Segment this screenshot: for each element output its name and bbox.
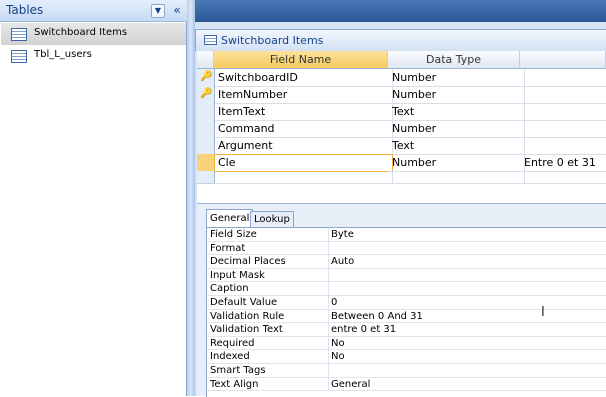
primary-key-icon: 🔑 xyxy=(200,71,213,82)
document-tab[interactable]: Switchboard Items xyxy=(195,29,606,51)
table-row-new xyxy=(197,171,606,184)
row-selector[interactable] xyxy=(197,103,215,121)
property-row[interactable]: Validation Rule Between 0 And 31 xyxy=(207,309,606,324)
nav-item-label: Switchboard Items xyxy=(34,27,128,38)
column-header-data-type[interactable]: Data Type xyxy=(388,51,520,69)
field-name-cell[interactable]: ItemText xyxy=(214,103,393,121)
table-row: Argument Text xyxy=(197,137,606,155)
property-label: Validation Text xyxy=(210,323,329,337)
property-label: Text Align xyxy=(210,377,329,392)
nav-item-switchboard-items[interactable]: Switchboard Items xyxy=(1,23,186,45)
field-name-cell[interactable]: Argument xyxy=(214,137,393,155)
nav-header: Tables ▼ « xyxy=(0,0,187,22)
data-type-cell[interactable] xyxy=(388,171,525,184)
text-cursor-icon: I xyxy=(541,305,545,320)
row-selector[interactable] xyxy=(197,120,215,138)
property-label: Smart Tags xyxy=(210,364,329,378)
column-header-description[interactable] xyxy=(520,51,606,69)
nav-item-label: Tbl_L_users xyxy=(34,49,92,60)
row-selector[interactable]: 🔑 xyxy=(197,69,215,87)
nav-title: Tables xyxy=(6,3,44,17)
property-value[interactable]: General xyxy=(331,378,370,391)
table-icon xyxy=(204,35,217,45)
table-icon xyxy=(11,28,27,41)
description-cell[interactable] xyxy=(520,120,606,138)
table-row: 🔑 SwitchboardID Number xyxy=(197,69,606,87)
property-label: Caption xyxy=(210,282,329,296)
description-cell[interactable] xyxy=(520,86,606,104)
field-name-cell[interactable]: ItemNumber xyxy=(214,86,393,104)
description-cell[interactable] xyxy=(520,137,606,155)
row-selector[interactable] xyxy=(197,137,215,155)
row-selector[interactable] xyxy=(197,154,215,172)
property-row[interactable]: Smart Tags xyxy=(207,364,606,378)
column-header-field-name[interactable]: Field Name xyxy=(214,51,388,69)
table-row: ItemText Text xyxy=(197,103,606,121)
property-row[interactable]: Decimal Places Auto xyxy=(207,255,606,269)
document-frame-top xyxy=(195,0,606,22)
property-row[interactable]: Text Align General xyxy=(207,377,606,392)
field-properties-pane: General Lookup Field Size Byte Format Dec… xyxy=(197,203,606,397)
pane-splitter[interactable] xyxy=(187,0,195,396)
field-name-cell[interactable]: Command xyxy=(214,120,393,138)
property-value[interactable]: Between 0 And 31 xyxy=(331,310,423,323)
row-selector[interactable] xyxy=(197,171,215,184)
property-row[interactable]: Caption xyxy=(207,282,606,296)
field-name-cell[interactable] xyxy=(214,171,393,184)
property-value[interactable]: No xyxy=(331,337,345,350)
data-type-cell[interactable]: Text xyxy=(388,103,525,121)
tab-general[interactable]: General xyxy=(206,209,254,227)
property-row[interactable]: Format xyxy=(207,241,606,256)
chevron-down-icon[interactable]: ▼ xyxy=(151,4,165,18)
property-row[interactable]: Required No xyxy=(207,336,606,351)
property-label: Validation Rule xyxy=(210,309,329,324)
property-row[interactable]: Validation Text entre 0 et 31 xyxy=(207,323,606,337)
property-value[interactable]: Byte xyxy=(331,228,354,241)
document-tab-title: Switchboard Items xyxy=(221,34,324,47)
row-selector-header[interactable] xyxy=(197,51,214,69)
description-cell[interactable] xyxy=(520,103,606,121)
property-label: Required xyxy=(210,336,329,351)
property-label: Indexed xyxy=(210,350,329,364)
property-value[interactable]: entre 0 et 31 xyxy=(331,323,396,336)
field-name-cell[interactable]: SwitchboardID xyxy=(214,69,393,87)
nav-item-tbl-l-users[interactable]: Tbl_L_users xyxy=(1,45,186,67)
property-value[interactable]: No xyxy=(331,350,345,363)
table-icon xyxy=(11,50,27,63)
navigation-pane: Tables ▼ « Switchboard Items Tbl_L_users xyxy=(0,0,187,396)
data-type-cell[interactable]: Number xyxy=(388,120,525,138)
property-row[interactable]: Field Size Byte xyxy=(207,228,606,242)
collapse-pane-icon[interactable]: « xyxy=(170,3,184,19)
property-row[interactable]: Input Mask xyxy=(207,268,606,283)
field-grid: Field Name Data Type 🔑 SwitchboardID Num… xyxy=(197,51,606,203)
property-row[interactable]: Default Value 0 xyxy=(207,296,606,310)
description-cell[interactable] xyxy=(520,171,606,184)
property-value[interactable]: 0 xyxy=(331,296,337,309)
data-type-cell[interactable]: Number xyxy=(388,86,525,104)
primary-key-icon: 🔑 xyxy=(200,88,213,99)
tab-lookup[interactable]: Lookup xyxy=(250,211,294,227)
property-value[interactable]: Auto xyxy=(331,255,354,268)
property-label: Input Mask xyxy=(210,268,329,283)
data-type-cell[interactable]: Number xyxy=(388,154,525,172)
properties-list: Field Size Byte Format Decimal Places Auto… xyxy=(206,227,606,397)
property-label: Decimal Places xyxy=(210,255,329,269)
description-cell[interactable] xyxy=(520,69,606,87)
table-row-current: Cle Number Entre 0 et 31 xyxy=(197,154,606,172)
data-type-cell[interactable]: Text xyxy=(388,137,525,155)
property-label: Format xyxy=(210,241,329,256)
table-row: Command Number xyxy=(197,120,606,138)
property-label: Field Size xyxy=(210,228,329,242)
property-row[interactable]: Indexed No xyxy=(207,350,606,364)
property-label: Default Value xyxy=(210,296,329,310)
table-row: 🔑 ItemNumber Number xyxy=(197,86,606,104)
field-name-cell[interactable]: Cle xyxy=(214,154,393,172)
data-type-cell[interactable]: Number xyxy=(388,69,525,87)
row-selector[interactable]: 🔑 xyxy=(197,86,215,104)
description-cell[interactable]: Entre 0 et 31 xyxy=(520,154,606,172)
